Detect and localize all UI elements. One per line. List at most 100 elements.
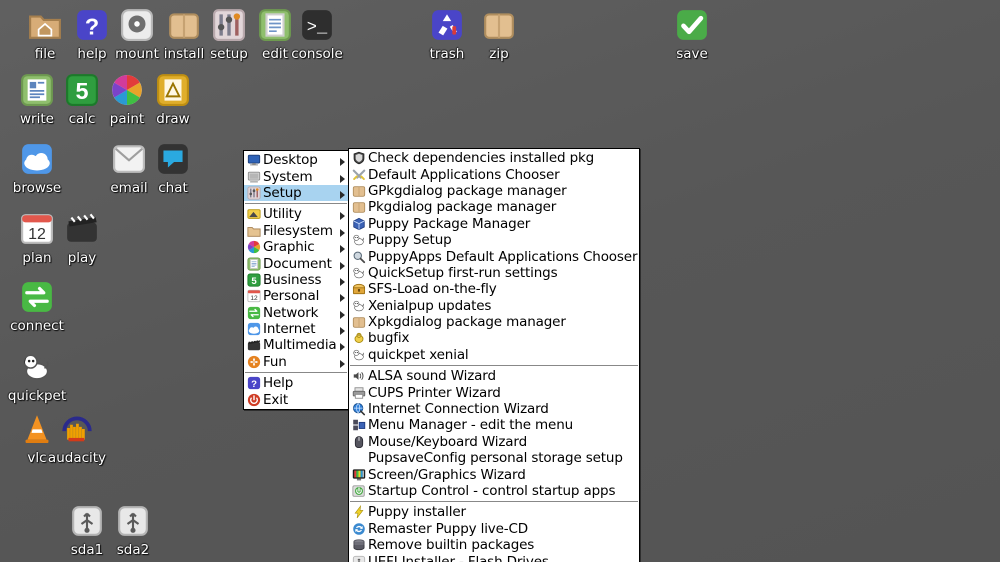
desktop-icon-save[interactable]: save: [655, 6, 729, 62]
menu-item-graphic[interactable]: Graphic: [244, 239, 348, 255]
menu-item-label: Screen/Graphics Wizard: [368, 466, 526, 483]
desktop-icon-label: audacity: [47, 450, 107, 466]
menu-item-label: QuickSetup first-run settings: [368, 264, 558, 281]
submenu-item-cups-printer-wizard[interactable]: CUPS Printer Wizard: [349, 384, 639, 401]
menu-blocks-icon: [352, 418, 366, 432]
desktop-icon-quickpet[interactable]: quickpet: [0, 348, 74, 404]
svg-text:5: 5: [76, 78, 89, 104]
main-menu-panel[interactable]: Desktop System Setup Utility Filesystem Graph…: [243, 150, 349, 410]
menu-item-setup[interactable]: Setup: [244, 184, 348, 202]
submenu-item-check-dependencies-installed-pkg[interactable]: Check dependencies installed pkg: [349, 150, 639, 166]
submenu-item-gpkgdialog-package-manager[interactable]: GPkgdialog package manager: [349, 183, 639, 199]
menu-item-help[interactable]: ? Help: [244, 375, 348, 391]
submenu-item-quickpet-xenial[interactable]: quickpet xenial: [349, 347, 639, 363]
submenu-item-puppy-package-manager[interactable]: Puppy Package Manager: [349, 216, 639, 232]
menu-item-label: Xenialpup updates: [368, 297, 492, 314]
desktop-icon-audacity[interactable]: audacity: [40, 410, 114, 466]
menu-separator: [350, 501, 638, 503]
menu-item-label: Desktop: [263, 152, 318, 169]
monitor-gray-icon: [247, 170, 261, 184]
submenu-item-uefi-installer-flash-drives[interactable]: UEFI Installer - Flash Drives: [349, 553, 639, 562]
submenu-item-xenialpup-updates[interactable]: Xenialpup updates: [349, 298, 639, 314]
usb-stick-icon: [352, 555, 366, 562]
submenu-arrow-icon: [338, 260, 346, 270]
desktop-icon-label: save: [676, 46, 708, 62]
menu-item-exit[interactable]: Exit: [244, 391, 348, 408]
monitor-color-icon: [352, 468, 366, 482]
desktop-icon-console[interactable]: >_ console: [280, 6, 354, 62]
menu-item-utility[interactable]: Utility: [244, 206, 348, 222]
submenu-item-pupsaveconfig-personal-storage-setup[interactable]: PupsaveConfig personal storage setup: [349, 450, 639, 466]
cloud-icon: [247, 322, 261, 336]
desktop-icon-browse[interactable]: browse: [0, 140, 74, 196]
sliders-icon: [247, 186, 261, 200]
submenu-item-remove-builtin-packages[interactable]: Remove builtin packages: [349, 537, 639, 553]
submenu-item-bugfix[interactable]: bugfix: [349, 330, 639, 346]
stack-remove-icon: [352, 538, 366, 552]
desktop-icon-label: sda2: [116, 542, 150, 558]
setup-submenu-panel[interactable]: Check dependencies installed pkg Default …: [348, 148, 640, 562]
terminal-icon: >_: [297, 6, 337, 46]
submenu-item-pkgdialog-package-manager[interactable]: Pkgdialog package manager: [349, 199, 639, 215]
puppy-small-icon: [352, 266, 366, 280]
submenu-item-puppy-installer[interactable]: Puppy installer: [349, 504, 639, 520]
orange-star-icon: [247, 355, 261, 369]
menu-item-label: Filesystem: [263, 222, 333, 239]
submenu-item-puppyapps-default-applications-chooser[interactable]: PuppyApps Default Applications Chooser: [349, 248, 639, 265]
spreadsheet-icon: 5: [247, 273, 261, 287]
desktop-icon-play[interactable]: play: [45, 210, 119, 266]
archive-box-icon: [479, 6, 519, 46]
menu-item-label: ALSA sound Wizard: [368, 368, 496, 385]
audacity-icon: [57, 410, 97, 450]
submenu-item-quicksetup-first-run-settings[interactable]: QuickSetup first-run settings: [349, 265, 639, 281]
menu-item-internet[interactable]: Internet: [244, 321, 348, 337]
submenu-item-sfs-load-on-the-fly[interactable]: SFS-Load on-the-fly: [349, 281, 639, 297]
tools-cross-icon: [352, 168, 366, 182]
menu-item-desktop[interactable]: Desktop: [244, 152, 348, 168]
package-box-icon: [352, 315, 366, 329]
submenu-item-remaster-puppy-live-cd[interactable]: Remaster Puppy live-CD: [349, 521, 639, 537]
submenu-item-menu-manager-edit-the-menu[interactable]: Menu Manager - edit the menu: [349, 417, 639, 433]
menu-item-label: Remove builtin packages: [368, 537, 535, 554]
desktop-root: file? help mount install setup edit >_ console t…: [0, 0, 1000, 562]
submenu-item-default-applications-chooser[interactable]: Default Applications Chooser: [349, 166, 639, 183]
submenu-item-alsa-sound-wizard[interactable]: ALSA sound Wizard: [349, 368, 639, 384]
lightning-icon: [352, 505, 366, 519]
recycle-bin-icon: [427, 6, 467, 46]
submenu-item-mouse-keyboard-wizard[interactable]: Mouse/Keyboard Wizard: [349, 434, 639, 450]
desktop-icon-draw[interactable]: draw: [136, 71, 210, 127]
puppy-dog-icon: [352, 348, 366, 362]
menu-item-label: Personal: [263, 288, 320, 305]
svg-text:?: ?: [251, 379, 257, 390]
menu-item-label: Help: [263, 375, 294, 392]
submenu-arrow-icon: [338, 243, 346, 254]
submenu-arrow-icon: [338, 189, 346, 199]
desktop-icon-connect[interactable]: connect: [0, 278, 74, 334]
menu-item-label: quickpet xenial: [368, 346, 469, 363]
submenu-item-internet-connection-wizard[interactable]: Internet Connection Wizard: [349, 401, 639, 417]
no-icon: [352, 451, 366, 465]
submenu-item-puppy-setup[interactable]: Puppy Setup: [349, 232, 639, 248]
desktop-icon-chat[interactable]: chat: [136, 140, 210, 196]
menu-item-label: Utility: [263, 206, 302, 223]
menu-item-fun[interactable]: Fun: [244, 354, 348, 370]
desktop-icon-label: quickpet: [7, 388, 67, 404]
shield-dark-icon: [352, 151, 366, 165]
menu-item-personal[interactable]: 12 Personal: [244, 288, 348, 304]
vector-draw-icon: [153, 71, 193, 111]
submenu-item-startup-control-control-startup-apps[interactable]: Startup Control - control startup apps: [349, 483, 639, 499]
submenu-arrow-icon: [338, 292, 346, 303]
submenu-item-screen-graphics-wizard[interactable]: Screen/Graphics Wizard: [349, 466, 639, 483]
menu-item-business[interactable]: 5 Business: [244, 272, 348, 288]
menu-item-system[interactable]: System: [244, 168, 348, 185]
menu-item-network[interactable]: Network: [244, 305, 348, 321]
menu-item-filesystem[interactable]: Filesystem: [244, 223, 348, 239]
menu-item-multimedia[interactable]: Multimedia: [244, 337, 348, 353]
menu-item-label: Startup Control - control startup apps: [368, 483, 616, 499]
desktop-icon-zip[interactable]: zip: [462, 6, 536, 62]
desktop-icon-label: zip: [489, 46, 509, 62]
submenu-item-xpkgdialog-package-manager[interactable]: Xpkgdialog package manager: [349, 314, 639, 330]
menu-item-document[interactable]: Document: [244, 255, 348, 272]
menu-separator: [245, 203, 347, 205]
desktop-icon-sda2[interactable]: sda2: [96, 502, 170, 558]
